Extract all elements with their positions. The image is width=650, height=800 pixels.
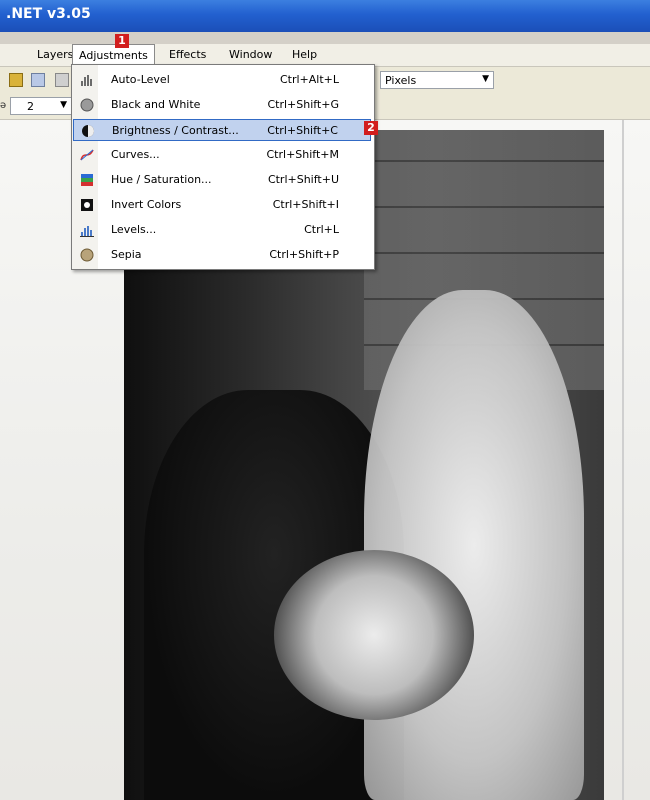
- menu-item-black-and-white[interactable]: Black and White Ctrl+Shift+G: [73, 94, 371, 116]
- menu-item-label: Brightness / Contrast...: [112, 124, 239, 137]
- menu-help[interactable]: Help: [292, 48, 317, 61]
- canvas-divider: [622, 120, 624, 800]
- menu-item-levels[interactable]: Levels... Ctrl+L: [73, 219, 371, 241]
- title-bar: .NET v3.05: [0, 0, 650, 32]
- curves-icon: [80, 149, 94, 161]
- menu-item-shortcut: Ctrl+Shift+M: [266, 148, 340, 161]
- menu-item-label: Sepia: [111, 248, 142, 261]
- menu-item-shortcut: Ctrl+L: [304, 223, 339, 236]
- invert-icon: [81, 199, 93, 211]
- menu-item-label: Levels...: [111, 223, 157, 236]
- units-value: Pixels: [385, 74, 417, 87]
- photo-bride: [364, 290, 584, 800]
- photo-bouquet: [274, 550, 474, 720]
- menu-item-hue-saturation[interactable]: Hue / Saturation... Ctrl+Shift+U: [73, 169, 371, 191]
- menu-item-shortcut: Ctrl+Shift+I: [272, 198, 339, 211]
- menu-item-sepia[interactable]: Sepia Ctrl+Shift+P: [73, 244, 371, 266]
- menu-item-shortcut: Ctrl+Shift+C: [267, 124, 338, 137]
- brightness-icon: [82, 125, 94, 137]
- menu-item-shortcut: Ctrl+Shift+G: [267, 98, 339, 111]
- menu-adjustments[interactable]: Adjustments: [72, 44, 155, 64]
- hue-saturation-icon: [81, 174, 93, 186]
- menu-window[interactable]: Window: [229, 48, 272, 61]
- menu-item-shortcut: Ctrl+Shift+U: [267, 173, 339, 186]
- paste-icon[interactable]: [9, 73, 23, 87]
- window-title: .NET v3.05: [6, 6, 91, 22]
- menu-item-curves[interactable]: Curves... Ctrl+Shift+M: [73, 144, 371, 166]
- callout-badge-1: 1: [115, 34, 129, 48]
- chevron-down-icon: ▼: [60, 100, 67, 110]
- deselect-icon[interactable]: [55, 73, 69, 87]
- adjustments-dropdown: Auto-Level Ctrl+Alt+L Black and White Ct…: [71, 64, 375, 270]
- brush-size-value: 2: [27, 100, 34, 113]
- grey-sphere-icon: [80, 98, 94, 112]
- sepia-sphere-icon: [80, 248, 94, 262]
- brush-size-select[interactable]: 2 ▼: [10, 97, 72, 115]
- menu-item-label: Auto-Level: [111, 73, 170, 86]
- menu-item-label: Curves...: [111, 148, 160, 161]
- menu-item-brightness-contrast[interactable]: Brightness / Contrast... Ctrl+Shift+C: [73, 119, 371, 141]
- menu-item-label: Black and White: [111, 98, 201, 111]
- crop-icon[interactable]: [31, 73, 45, 87]
- chevron-down-icon: ▼: [482, 74, 489, 84]
- menu-effects[interactable]: Effects: [169, 48, 206, 61]
- menu-item-shortcut: Ctrl+Shift+P: [269, 248, 339, 261]
- menu-layers[interactable]: Layers: [37, 48, 73, 61]
- histogram-icon: [81, 75, 92, 86]
- brush-size-icon: ǝ: [0, 100, 7, 111]
- menu-item-label: Hue / Saturation...: [111, 173, 212, 186]
- menu-item-label: Invert Colors: [111, 198, 182, 211]
- menu-item-invert-colors[interactable]: Invert Colors Ctrl+Shift+I: [73, 194, 371, 216]
- menu-item-auto-level[interactable]: Auto-Level Ctrl+Alt+L: [73, 69, 371, 91]
- units-select[interactable]: Pixels ▼: [380, 71, 494, 89]
- levels-icon: [80, 226, 94, 237]
- menu-item-shortcut: Ctrl+Alt+L: [279, 73, 339, 86]
- callout-badge-2: 2: [364, 121, 378, 135]
